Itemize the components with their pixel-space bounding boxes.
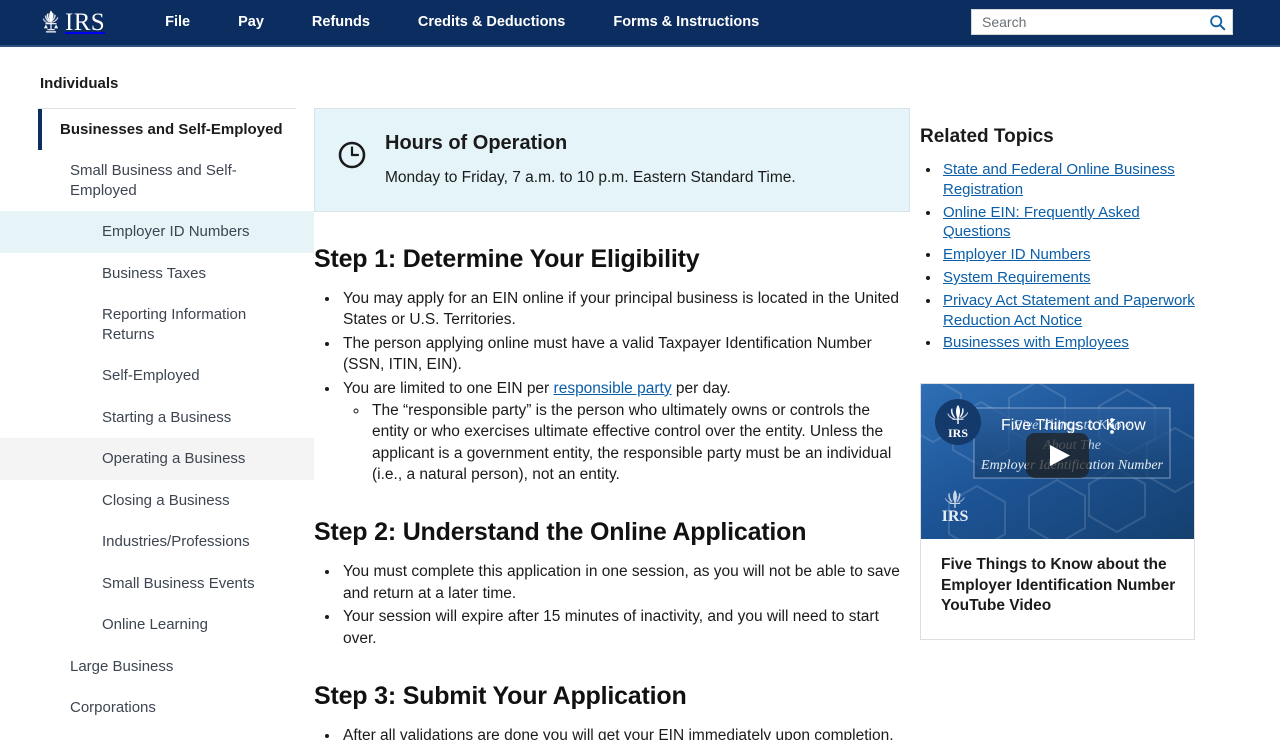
video-thumbnail-image: Five Things to Know About The Employer I… [921,384,1194,540]
play-button-icon [1026,433,1089,479]
step-2-heading: Step 2: Understand the Online Applicatio… [314,518,807,547]
search-icon [1209,14,1225,30]
related-link-online-ein-faq[interactable]: Online EIN: Frequently Asked Questions [943,204,1140,241]
irs-eagle-scales-icon [42,10,59,32]
step-1-heading: Step 1: Determine Your Eligibility [314,245,700,273]
search-button[interactable] [1202,10,1232,34]
list-item: Privacy Act Statement and Paperwork Redu… [941,291,1210,331]
sidebar-item-individuals[interactable]: Individuals [0,63,314,105]
video-caption[interactable]: Five Things to Know about the Employer I… [921,539,1194,638]
list-item: State and Federal Online Business Regist… [941,160,1210,200]
sidebar-item-starting-a-business[interactable]: Starting a Business [0,397,314,439]
hours-banner-text: Monday to Friday, 7 a.m. to 10 p.m. East… [385,169,796,186]
video-card: Five Things to Know About The Employer I… [920,383,1195,640]
sidebar-item-online-learning[interactable]: Online Learning [0,604,314,646]
step-3-heading: Step 3: Submit Your Application [314,681,687,710]
responsible-party-link[interactable]: responsible party [554,380,672,397]
list-item: You are limited to one EIN per responsib… [340,378,910,486]
list-item: System Requirements [941,268,1210,288]
step-1-list: You may apply for an EIN online if your … [314,288,910,485]
list-item: The person applying online must have a v… [340,333,910,376]
related-link-system-requirements[interactable]: System Requirements [943,269,1091,286]
irs-logo-text: IRS [65,9,106,36]
sidebar-item-corporations[interactable]: Corporations [0,687,314,729]
site-header: IRS File Pay Refunds Credits & Deduction… [0,0,1280,47]
sidebar-nav: Individuals Businesses and Self-Employed… [0,47,314,740]
list-item: Businesses with Employees [941,333,1210,353]
nav-item-pay[interactable]: Pay [214,0,288,46]
step-2-list: You must complete this application in on… [314,561,910,649]
search-box [971,9,1233,35]
step-3-list: After all validations are done you will … [314,725,910,740]
related-link-businesses-with-employees[interactable]: Businesses with Employees [943,334,1129,351]
sidebar-item-small-business-and-self-employed[interactable]: Small Business and Self-Employed [0,150,314,211]
related-topics-title: Related Topics [920,126,1054,147]
responsible-party-text-after: per day. [671,379,731,397]
video-thumbnail[interactable]: Five Things to Know About The Employer I… [921,384,1194,540]
irs-logo[interactable]: IRS [38,7,105,39]
sidebar-item-businesses-and-self-employed[interactable]: Businesses and Self-Employed [38,108,314,150]
responsible-party-text-before: You are limited to one EIN per [343,379,554,397]
page-body: Individuals Businesses and Self-Employed… [0,47,1280,740]
related-topics-rail: Related Topics State and Federal Online … [910,47,1210,640]
video-overlay-bar: Five Things to Know [1001,417,1146,434]
sidebar-item-industries-professions[interactable]: Industries/Professions [0,521,314,563]
list-item: Online EIN: Frequently Asked Questions [941,203,1210,243]
related-topics-list: State and Federal Online Business Regist… [920,160,1210,353]
nav-item-file[interactable]: File [141,0,214,46]
list-item: The “responsible party” is the person wh… [369,400,910,486]
sidebar-item-partnerships[interactable]: Partnerships [0,729,314,740]
nav-item-credits-deductions[interactable]: Credits & Deductions [394,0,589,46]
svg-text:IRS: IRS [942,508,969,525]
nav-item-forms-instructions[interactable]: Forms & Instructions [589,0,783,46]
nav-item-refunds[interactable]: Refunds [288,0,394,46]
sidebar-item-business-taxes[interactable]: Business Taxes [0,253,314,295]
hours-banner-body: Hours of Operation Monday to Friday, 7 a… [385,131,796,189]
sidebar-item-small-business-events[interactable]: Small Business Events [0,563,314,605]
hours-banner-title: Hours of Operation [385,132,568,154]
main-content: Hours of Operation Monday to Friday, 7 a… [314,47,910,740]
sidebar-item-self-employed[interactable]: Self-Employed [0,355,314,397]
list-item: You must complete this application in on… [340,561,910,604]
list-item: Your session will expire after 15 minute… [340,606,910,649]
clock-icon [338,141,366,169]
step-1-sublist: The “responsible party” is the person wh… [343,400,910,486]
svg-text:Five Things to Know: Five Things to Know [1001,417,1146,434]
sidebar-item-operating-a-business[interactable]: Operating a Business [0,438,314,480]
hours-of-operation-banner: Hours of Operation Monday to Friday, 7 a… [314,108,910,212]
list-item: Employer ID Numbers [941,245,1210,265]
sidebar-item-employer-id-numbers[interactable]: Employer ID Numbers [0,211,314,253]
related-link-state-and-federal-online-business-registration[interactable]: State and Federal Online Business Regist… [943,161,1175,198]
search-input[interactable] [972,10,1202,34]
related-link-privacy-act-statement[interactable]: Privacy Act Statement and Paperwork Redu… [943,292,1195,329]
sidebar-item-reporting-information-returns[interactable]: Reporting Information Returns [0,294,314,355]
list-item: After all validations are done you will … [340,725,910,740]
svg-text:IRS: IRS [948,426,968,440]
list-item: You may apply for an EIN online if your … [340,288,910,331]
sidebar-item-large-business[interactable]: Large Business [0,646,314,688]
sidebar-item-closing-a-business[interactable]: Closing a Business [0,480,314,522]
main-nav: File Pay Refunds Credits & Deductions Fo… [141,0,783,46]
related-link-employer-id-numbers[interactable]: Employer ID Numbers [943,246,1091,263]
